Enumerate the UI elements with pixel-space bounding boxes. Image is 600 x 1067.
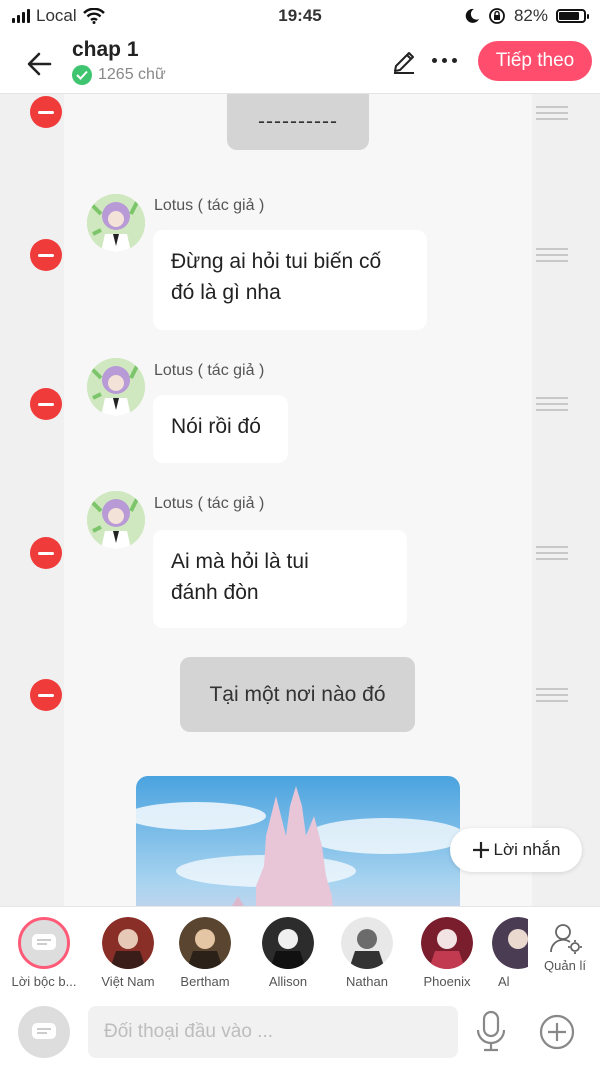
dialog-line: Đừng ai hỏi tui biến cố: [171, 250, 382, 273]
drag-handle[interactable]: [536, 688, 568, 702]
app-header: chap 1 1265 chữ Tiếp theo: [0, 34, 600, 94]
dialog-bubble[interactable]: Ai mà hỏi là tui đánh đòn: [153, 530, 407, 628]
add-message-button[interactable]: Lời nhắn: [450, 828, 582, 872]
status-right: 82%: [464, 6, 589, 26]
message-icon: [32, 934, 56, 950]
drag-handle[interactable]: [536, 397, 568, 411]
author-name: Lotus ( tác giả ): [154, 197, 265, 214]
check-icon: [72, 65, 92, 85]
dialog-line: Ai mà hỏi là tui: [171, 550, 309, 573]
avatar: [87, 491, 145, 549]
message-icon: [32, 1023, 56, 1039]
delete-message-button[interactable]: [30, 679, 62, 711]
character-narrator[interactable]: Lời bộc b...: [4, 917, 84, 989]
drag-handle[interactable]: [536, 546, 568, 560]
plus-circle-icon: [539, 1014, 575, 1050]
battery-fill: [559, 12, 579, 20]
character-name: Việt Nam: [101, 974, 155, 989]
battery-icon: [556, 9, 589, 23]
microphone-button[interactable]: [474, 1010, 508, 1057]
dialog-line: đó là gì nha: [171, 281, 281, 304]
chapter-title: chap 1: [72, 38, 139, 61]
character-name: Al: [498, 974, 510, 989]
manage-characters-button[interactable]: Quản lí: [540, 921, 590, 973]
dialog-line: Nói rồi đó: [171, 415, 261, 438]
word-count-label: 1265 chữ: [98, 66, 166, 83]
castle-illustration: [136, 776, 460, 906]
moon-icon: [465, 8, 479, 23]
character-name: Bertham: [180, 974, 230, 989]
dialog-line: đánh đòn: [171, 581, 259, 604]
author-name: Lotus ( tác giả ): [154, 495, 265, 512]
character-avatar: [179, 917, 231, 969]
delete-message-button[interactable]: [30, 239, 62, 271]
character-item[interactable]: Allison: [248, 917, 328, 989]
word-count: 1265 chữ: [72, 65, 166, 85]
character-avatar: [492, 917, 528, 969]
character-avatar: [341, 917, 393, 969]
dialog-bubble[interactable]: Nói rồi đó: [153, 395, 288, 463]
character-name: Allison: [268, 974, 308, 989]
character-avatar: [102, 917, 154, 969]
avatar: [87, 194, 145, 252]
drag-handle[interactable]: [536, 106, 568, 120]
delete-message-button[interactable]: [30, 388, 62, 420]
manage-label: Quản lí: [544, 958, 586, 973]
pencil-icon: [394, 52, 414, 74]
microphone-icon: [476, 1010, 506, 1052]
next-button[interactable]: Tiếp theo: [478, 41, 592, 81]
status-bar: Local 19:45 82%: [0, 0, 600, 34]
character-item[interactable]: Bertham: [165, 917, 245, 989]
character-item[interactable]: Al: [478, 917, 528, 989]
back-button[interactable]: [20, 44, 60, 84]
delete-message-button[interactable]: [30, 96, 62, 128]
user-settings-icon: [550, 924, 582, 954]
avatar: [87, 358, 145, 416]
rotation-lock-icon: [489, 8, 505, 24]
add-message-label: Lời nhắn: [493, 840, 561, 859]
character-item[interactable]: Việt Nam: [88, 917, 168, 989]
plus-icon: [472, 842, 489, 858]
character-avatar: [262, 917, 314, 969]
character-name: Lời bộc b...: [11, 974, 77, 989]
add-attachment-button[interactable]: [538, 1013, 576, 1056]
message-type-button[interactable]: [18, 1006, 70, 1058]
narration-bubble[interactable]: Tại một nơi nào đó: [180, 657, 415, 732]
character-avatar: [421, 917, 473, 969]
author-name: Lotus ( tác giả ): [154, 362, 265, 379]
more-options-button[interactable]: [432, 58, 457, 63]
dialog-input[interactable]: [88, 1006, 458, 1058]
character-strip[interactable]: Lời bộc b... Việt Nam Bertham Allison Na…: [0, 906, 600, 998]
character-name: Nathan: [346, 974, 388, 989]
drag-handle[interactable]: [536, 248, 568, 262]
story-image[interactable]: [136, 776, 460, 906]
dialog-bubble[interactable]: Đừng ai hỏi tui biến cố đó là gì nha: [153, 230, 427, 330]
chat-content[interactable]: ---------- Lotus ( tác giả ) Đừng ai hỏi…: [0, 94, 600, 906]
battery-percent: 82%: [513, 6, 548, 25]
input-bar: [0, 998, 600, 1067]
character-item[interactable]: Phoenix: [407, 917, 487, 989]
edit-button[interactable]: [390, 48, 418, 81]
character-item[interactable]: Nathan: [327, 917, 407, 989]
arrow-left-icon: [27, 52, 52, 76]
character-name: Phoenix: [423, 974, 471, 989]
narration-bubble[interactable]: ----------: [227, 94, 369, 150]
narrator-avatar: [18, 917, 70, 969]
delete-message-button[interactable]: [30, 537, 62, 569]
